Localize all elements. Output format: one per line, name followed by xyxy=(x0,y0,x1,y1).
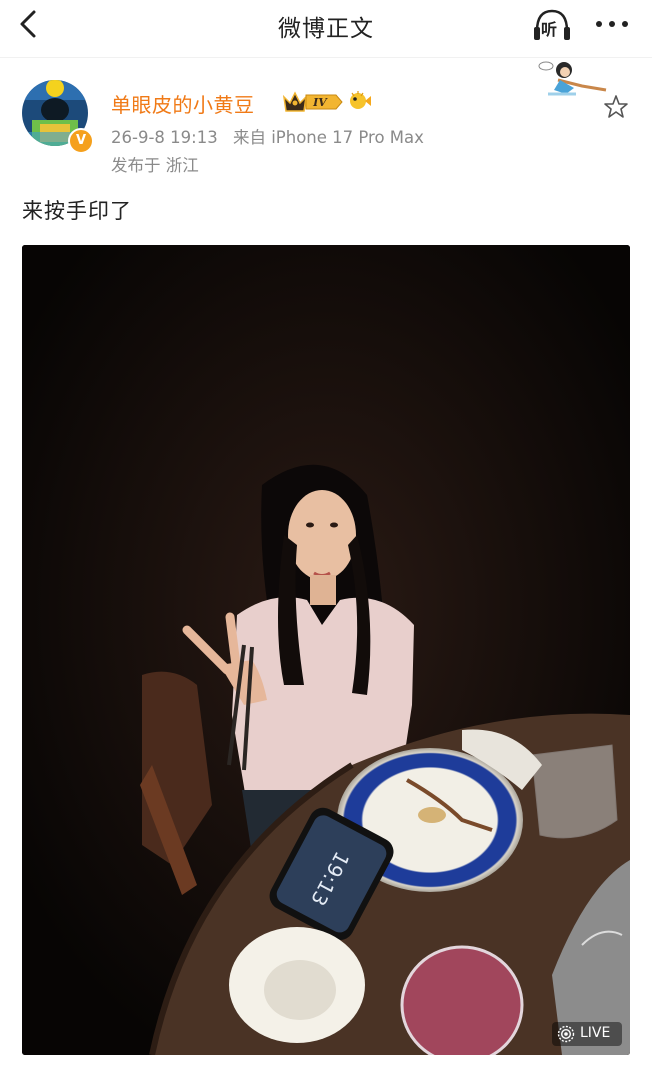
author-name[interactable]: 单眼皮的小黄豆 xyxy=(111,89,255,118)
post-meta: 26-9-8 19:13 来自 iPhone 17 Pro Max xyxy=(111,124,434,148)
pufferfish-icon xyxy=(350,91,371,109)
listen-label: 听 xyxy=(541,20,558,39)
star-outline-icon[interactable] xyxy=(602,93,630,121)
cartoon-girl-sticker-icon xyxy=(538,61,607,96)
post-timestamp: 26-9-8 19:13 xyxy=(111,128,218,147)
live-photo-badge[interactable]: LIVE xyxy=(552,1022,622,1046)
top-nav-bar: 微博正文 听 xyxy=(0,0,652,52)
more-dots-icon[interactable] xyxy=(592,14,632,34)
restaurant-photo: 19:13 xyxy=(22,245,630,1055)
vip-crown-badge-icon[interactable]: IV xyxy=(282,89,344,115)
live-photo-icon xyxy=(557,1025,575,1043)
listen-button[interactable]: 听 xyxy=(531,5,573,45)
vip-level-text: IV xyxy=(312,96,328,109)
post-photo[interactable]: 19:13 xyxy=(22,245,630,1055)
verified-v-badge: V xyxy=(68,128,94,154)
live-label: LIVE xyxy=(580,1025,611,1041)
post-text: 来按手印了 xyxy=(22,199,132,223)
post-source: 来自 iPhone 17 Pro Max xyxy=(232,128,424,147)
post-location: 发布于 浙江 xyxy=(111,156,199,175)
